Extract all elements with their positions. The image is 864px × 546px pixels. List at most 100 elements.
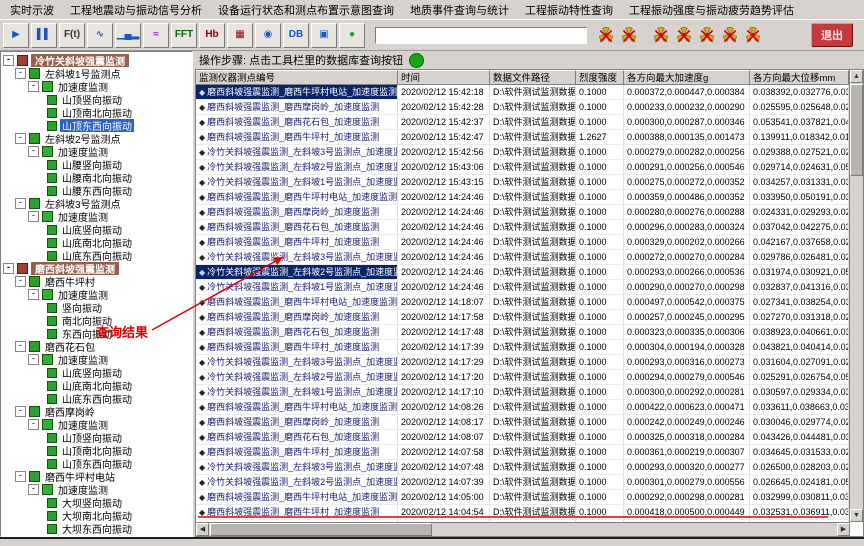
collapse-icon[interactable]: - bbox=[28, 211, 39, 222]
collapse-icon[interactable]: - bbox=[28, 354, 39, 365]
tree-channel[interactable]: 大坝东西向振动 bbox=[47, 522, 192, 535]
table-row[interactable]: ◆磨西斜坡强震监测_磨西花石包_加速度监测2020/02/12 14:17:48… bbox=[196, 325, 849, 340]
exit-button[interactable]: 退出 bbox=[811, 23, 853, 47]
fan-status-icon[interactable] bbox=[721, 26, 739, 44]
pause-button[interactable]: ▌▌ bbox=[31, 23, 57, 48]
spectrum-button[interactable]: ▁▄▂ bbox=[115, 23, 141, 48]
menu-item-2[interactable]: 工程地震动与振动信号分析 bbox=[62, 1, 210, 19]
collapse-icon[interactable]: - bbox=[28, 419, 39, 430]
database-query-button[interactable]: DB bbox=[283, 23, 309, 48]
tree-channel[interactable]: 山顶竖向振动 bbox=[47, 93, 192, 106]
fan-status-icon[interactable] bbox=[675, 26, 693, 44]
table-row[interactable]: ◆冷竹关斜坡强震监测_左斜坡1号监测点_加速度监测2020/02/12 15:4… bbox=[196, 175, 849, 190]
scroll-up-icon[interactable]: ▲ bbox=[850, 70, 863, 83]
table-row[interactable]: ◆磨西斜坡强震监测_磨西摩岗岭_加速度监测2020/02/12 14:08:17… bbox=[196, 415, 849, 430]
collapse-icon[interactable]: - bbox=[15, 276, 26, 287]
collapse-icon[interactable]: - bbox=[28, 81, 39, 92]
time-history-button[interactable]: F(t) bbox=[59, 23, 85, 48]
table-row[interactable]: ◆冷竹关斜坡强震监测_左斜坡3号监测点_加速度监测2020/02/12 14:2… bbox=[196, 250, 849, 265]
green-status-button[interactable]: ● bbox=[339, 23, 365, 48]
table-row[interactable]: ◆磨西斜坡强震监测_磨西牛坪村_加速度监测2020/02/12 15:42:47… bbox=[196, 130, 849, 145]
tree-channel[interactable]: 山腰竖向振动 bbox=[47, 158, 192, 171]
tree-point[interactable]: -磨西牛坪村 bbox=[15, 275, 192, 288]
vertical-scroll-thumb[interactable] bbox=[850, 84, 863, 176]
table-row[interactable]: ◆冷竹关斜坡强震监测_左斜坡1号监测点_加速度监测2020/02/12 14:2… bbox=[196, 280, 849, 295]
collapse-icon[interactable]: - bbox=[15, 341, 26, 352]
tree-channel[interactable]: 山底东西向振动 bbox=[47, 392, 192, 405]
tree-channel[interactable]: 山顶竖向振动 bbox=[47, 431, 192, 444]
tree-channel-group[interactable]: -加速度监测 bbox=[28, 145, 192, 158]
collapse-icon[interactable]: - bbox=[15, 471, 26, 482]
tree-point[interactable]: -左斜坡3号监测点 bbox=[15, 197, 192, 210]
play-button[interactable]: ▶ bbox=[3, 23, 29, 48]
tree-point[interactable]: -左斜坡2号监测点 bbox=[15, 132, 192, 145]
collapse-icon[interactable]: - bbox=[15, 406, 26, 417]
menu-item-3[interactable]: 设备运行状态和测点布置示意图查询 bbox=[210, 1, 402, 19]
scroll-right-icon[interactable]: ▶ bbox=[837, 523, 850, 536]
waveform-button[interactable]: ∿ bbox=[87, 23, 113, 48]
table-row[interactable]: ◆磨西斜坡强震监测_磨西牛坪村_加速度监测2020/02/12 14:04:54… bbox=[196, 505, 849, 520]
table-row[interactable]: ◆磨西斜坡强震监测_磨西牛坪村电站_加速度监测2020/02/12 14:24:… bbox=[196, 190, 849, 205]
column-header-4[interactable]: 烈度强度 bbox=[576, 70, 624, 85]
scroll-left-icon[interactable]: ◀ bbox=[196, 523, 209, 536]
report-chart-button[interactable]: ▦ bbox=[227, 23, 253, 48]
tree-channel-group[interactable]: -加速度监测 bbox=[28, 288, 192, 301]
tree-channel[interactable]: 山顶东西向振动 bbox=[47, 457, 192, 470]
collapse-icon[interactable]: - bbox=[3, 263, 14, 274]
globe-search-button[interactable]: ◉ bbox=[255, 23, 281, 48]
tree-channel[interactable]: 山底南北向振动 bbox=[47, 236, 192, 249]
column-header-3[interactable]: 数据文件路径 bbox=[490, 70, 576, 85]
fft-analysis-button[interactable]: FFT bbox=[171, 23, 197, 48]
table-row[interactable]: ◆磨西斜坡强震监测_磨西花石包_加速度监测2020/02/12 14:24:46… bbox=[196, 220, 849, 235]
collapse-icon[interactable]: - bbox=[15, 68, 26, 79]
column-header-5[interactable]: 各方向最大加速度g bbox=[624, 70, 750, 85]
hilbert-analysis-button[interactable]: Hb bbox=[199, 23, 225, 48]
tree-channel[interactable]: 山顶南北向振动 bbox=[47, 444, 192, 457]
tree-group-2[interactable]: -磨西斜坡强震监测 bbox=[3, 262, 192, 275]
table-row[interactable]: ◆冷竹关斜坡强震监测_左斜坡2号监测点_加速度监测2020/02/12 14:1… bbox=[196, 370, 849, 385]
table-row[interactable]: ◆磨西斜坡强震监测_磨西摩岗岭_加速度监测2020/02/12 15:42:28… bbox=[196, 100, 849, 115]
table-row[interactable]: ◆冷竹关斜坡强震监测_左斜坡1号监测点_加速度监测2020/02/12 14:1… bbox=[196, 385, 849, 400]
tree-channel[interactable]: 山腰南北向振动 bbox=[47, 171, 192, 184]
table-row[interactable]: ◆冷竹关斜坡强震监测_左斜坡3号监测点_加速度监测2020/02/12 14:0… bbox=[196, 460, 849, 475]
table-row[interactable]: ◆磨西斜坡强震监测_磨西牛坪村电站_加速度监测2020/02/12 15:42:… bbox=[196, 85, 849, 100]
tree-channel[interactable]: 山腰东西向振动 bbox=[47, 184, 192, 197]
horizontal-scrollbar[interactable]: ◀ ▶ bbox=[196, 522, 850, 536]
menu-item-1[interactable]: 实时示波 bbox=[2, 1, 62, 19]
tree-channel-group[interactable]: -加速度监测 bbox=[28, 418, 192, 431]
menu-item-6[interactable]: 工程振动强度与振动疲劳趋势评估 bbox=[621, 1, 802, 19]
collapse-icon[interactable]: - bbox=[15, 133, 26, 144]
collapse-icon[interactable]: - bbox=[28, 484, 39, 495]
tree-channel[interactable]: 南北向振动 bbox=[47, 314, 192, 327]
tree-point[interactable]: -磨西牛坪村电站 bbox=[15, 470, 192, 483]
table-row[interactable]: ◆磨西斜坡强震监测_磨西摩岗岭_加速度监测2020/02/12 14:24:46… bbox=[196, 205, 849, 220]
collapse-icon[interactable]: - bbox=[28, 289, 39, 300]
table-row[interactable]: ◆磨西斜坡强震监测_磨西牛坪村_加速度监测2020/02/12 14:17:39… bbox=[196, 340, 849, 355]
column-header-6[interactable]: 各方向最大位移mm bbox=[750, 70, 849, 85]
response-curve-button[interactable]: ≈ bbox=[143, 23, 169, 48]
table-row[interactable]: ◆磨西斜坡强震监测_磨西花石包_加速度监测2020/02/12 14:08:07… bbox=[196, 430, 849, 445]
fan-status-icon[interactable] bbox=[698, 26, 716, 44]
tree-point[interactable]: -左斜坡1号监测点 bbox=[15, 67, 192, 80]
fan-status-icon[interactable] bbox=[744, 26, 762, 44]
table-row[interactable]: ◆冷竹关斜坡强震监测_左斜坡2号监测点_加速度监测2020/02/12 15:4… bbox=[196, 160, 849, 175]
tree-channel[interactable]: 大坝南北向振动 bbox=[47, 509, 192, 522]
table-row[interactable]: ◆冷竹关斜坡强震监测_左斜坡3号监测点_加速度监测2020/02/12 14:1… bbox=[196, 355, 849, 370]
tree-channel[interactable]: 山顶东西向振动 bbox=[47, 119, 192, 132]
table-row[interactable]: ◆冷竹关斜坡强震监测_左斜坡2号监测点_加速度监测2020/02/12 14:0… bbox=[196, 475, 849, 490]
tree-channel-group[interactable]: -加速度监测 bbox=[28, 483, 192, 496]
column-header-1[interactable]: 监测仪器测点编号 bbox=[196, 70, 398, 85]
tree-channel[interactable]: 山底竖向振动 bbox=[47, 366, 192, 379]
tree-channel-group[interactable]: -加速度监测 bbox=[28, 210, 192, 223]
table-row[interactable]: ◆磨西斜坡强震监测_磨西牛坪村电站_加速度监测2020/02/12 14:05:… bbox=[196, 490, 849, 505]
table-row[interactable]: ◆磨西斜坡强震监测_磨西牛坪村电站_加速度监测2020/02/12 14:08:… bbox=[196, 400, 849, 415]
fan-status-icon[interactable] bbox=[597, 26, 615, 44]
tree-channel[interactable]: 大坝竖向振动 bbox=[47, 496, 192, 509]
tree-channel[interactable]: 山底东西向振动 bbox=[47, 249, 192, 262]
table-row[interactable]: ◆磨西斜坡强震监测_磨西花石包_加速度监测2020/02/12 15:42:37… bbox=[196, 115, 849, 130]
fan-status-icon[interactable] bbox=[652, 26, 670, 44]
tree-channel-group[interactable]: -加速度监测 bbox=[28, 353, 192, 366]
tree-channel[interactable]: 山顶南北向振动 bbox=[47, 106, 192, 119]
tree-channel-group[interactable]: -加速度监测 bbox=[28, 80, 192, 93]
column-header-2[interactable]: 时间 bbox=[398, 70, 490, 85]
